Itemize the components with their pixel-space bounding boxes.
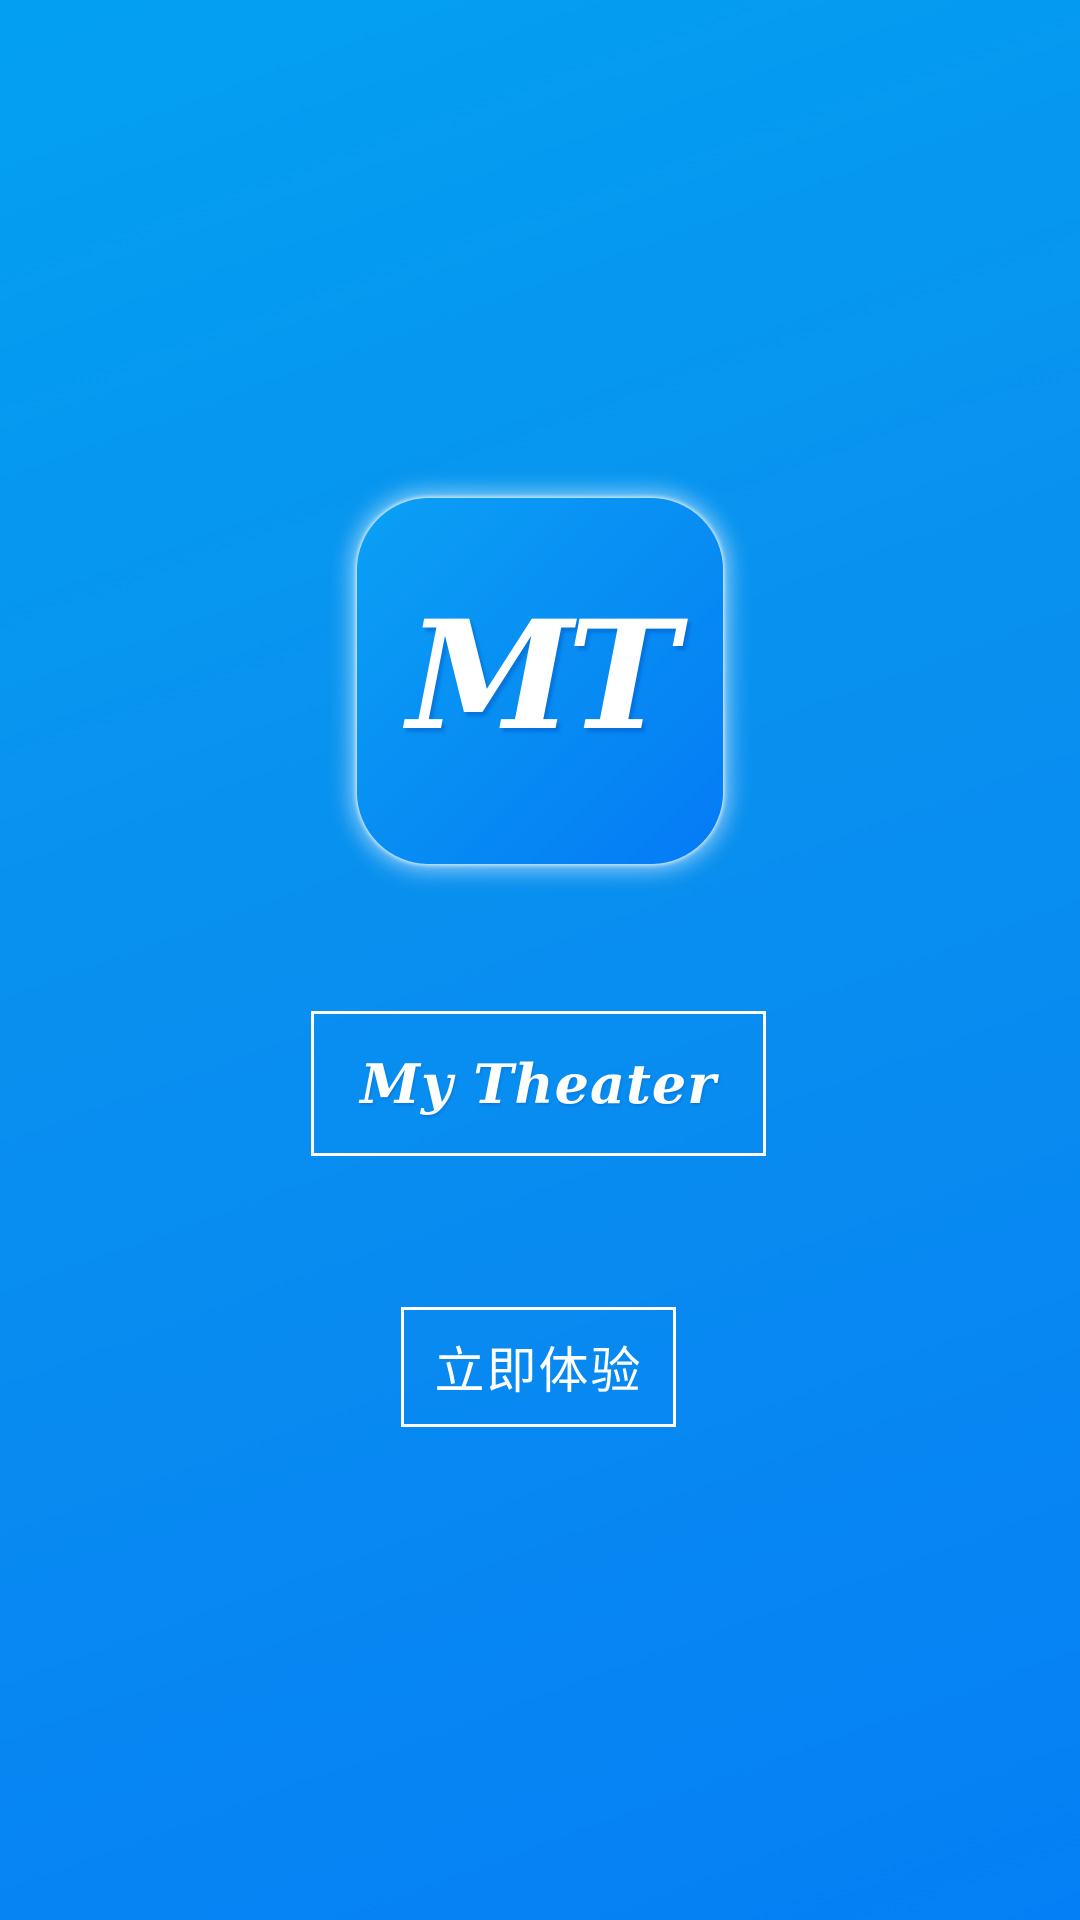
app-name-title: My Theater: [360, 1051, 717, 1116]
app-name-frame: My Theater: [311, 1011, 766, 1156]
try-now-button[interactable]: 立即体验: [401, 1307, 676, 1427]
logo-monogram: MT: [407, 588, 679, 764]
try-now-label: 立即体验: [434, 1342, 643, 1400]
splash-screen: MT My Theater 立即体验: [0, 0, 1080, 1920]
app-logo-icon: MT: [357, 498, 723, 864]
